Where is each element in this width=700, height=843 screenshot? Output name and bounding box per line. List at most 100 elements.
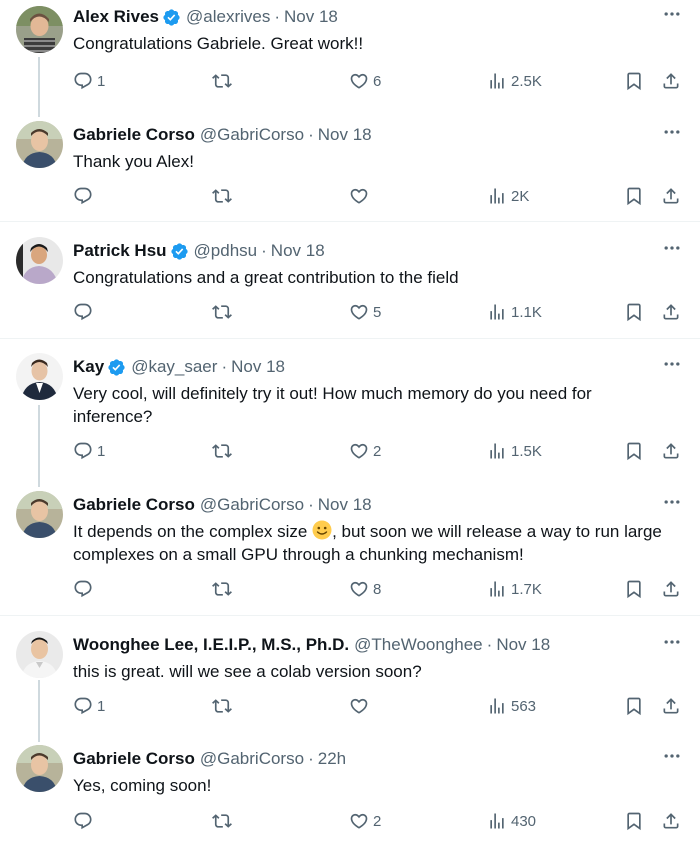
like-button[interactable]: 5 [349, 300, 381, 324]
bookmark-button[interactable] [624, 69, 644, 93]
tweet[interactable]: Gabriele Corso @GabriCorso · 22h Yes, co… [0, 742, 700, 843]
tweet-text-part: It depends on the complex size [73, 522, 313, 541]
retweet-button[interactable] [212, 69, 236, 93]
timestamp[interactable]: Nov 18 [271, 240, 325, 262]
author-handle[interactable]: @alexrives [186, 6, 270, 28]
retweet-button[interactable] [212, 809, 236, 833]
tweet[interactable]: Alex Rives @alexrives · Nov 18 Congratul… [0, 0, 700, 110]
timestamp[interactable]: Nov 18 [284, 6, 338, 28]
author-name[interactable]: Alex Rives [73, 6, 159, 28]
author-handle[interactable]: @TheWoonghee [354, 634, 482, 656]
author-handle[interactable]: @GabriCorso [200, 494, 304, 516]
like-button[interactable]: 2 [349, 439, 381, 463]
reply-button[interactable]: 1 [73, 439, 105, 463]
more-icon[interactable] [662, 238, 682, 258]
timestamp[interactable]: Nov 18 [318, 124, 372, 146]
retweet-button[interactable] [212, 577, 236, 601]
share-button[interactable] [661, 184, 681, 208]
views-button[interactable]: 1.5K [487, 439, 542, 463]
reply-button[interactable] [73, 577, 97, 601]
share-button[interactable] [661, 694, 681, 718]
reply-count: 1 [97, 697, 106, 715]
views-button[interactable]: 1.1K [487, 300, 542, 324]
views-icon [487, 186, 507, 206]
reply-button[interactable]: 1 [73, 694, 105, 718]
views-icon [487, 696, 507, 716]
more-icon[interactable] [662, 632, 682, 652]
more-icon[interactable] [662, 354, 682, 374]
more-icon[interactable] [662, 122, 682, 142]
like-button[interactable]: 2 [349, 809, 381, 833]
author-name[interactable]: Gabriele Corso [73, 124, 195, 146]
like-button[interactable] [349, 694, 373, 718]
reply-button[interactable] [73, 809, 97, 833]
retweet-button[interactable] [212, 184, 236, 208]
reply-icon [73, 811, 93, 831]
share-button[interactable] [661, 439, 681, 463]
timestamp[interactable]: Nov 18 [318, 494, 372, 516]
share-button[interactable] [661, 577, 681, 601]
tweet[interactable]: Kay @kay_saer · Nov 18 Very cool, will d… [0, 350, 700, 480]
tweet[interactable]: Gabriele Corso @GabriCorso · Nov 18 Than… [0, 118, 700, 221]
separator: · [221, 357, 228, 376]
author-handle[interactable]: @pdhsu [194, 240, 258, 262]
separator: · [308, 125, 314, 144]
heart-icon [349, 71, 369, 91]
retweet-button[interactable] [212, 439, 236, 463]
tweet[interactable]: Gabriele Corso @GabriCorso · Nov 18 It d… [0, 488, 700, 615]
reply-button[interactable] [73, 300, 97, 324]
author-handle[interactable]: @GabriCorso [200, 748, 304, 770]
like-button[interactable]: 6 [349, 69, 381, 93]
more-icon[interactable] [662, 492, 682, 512]
author-handle[interactable]: @GabriCorso [200, 124, 304, 146]
timestamp[interactable]: 22h [318, 748, 346, 770]
timestamp[interactable]: Nov 18 [231, 356, 285, 378]
tweet[interactable]: Woonghee Lee, I.E.I.P., M.S., Ph.D. @The… [0, 628, 700, 736]
reply-count: 1 [97, 72, 106, 90]
avatar[interactable] [16, 745, 63, 792]
tweet-text: Very cool, will definitely try it out! H… [73, 384, 592, 426]
timestamp[interactable]: Nov 18 [496, 634, 550, 656]
tweet[interactable]: Patrick Hsu @pdhsu · Nov 18 Congratulati… [0, 234, 700, 338]
retweet-button[interactable] [212, 694, 236, 718]
avatar[interactable] [16, 491, 63, 538]
like-button[interactable]: 8 [349, 577, 381, 601]
bookmark-button[interactable] [624, 577, 644, 601]
like-button[interactable] [349, 184, 373, 208]
action-bar: 1 6 2.5K [0, 69, 700, 93]
avatar[interactable] [16, 631, 63, 678]
views-button[interactable]: 2.5K [487, 69, 542, 93]
avatar[interactable] [16, 6, 63, 53]
avatar[interactable] [16, 353, 63, 400]
reply-button[interactable]: 1 [73, 69, 105, 93]
share-button[interactable] [661, 809, 681, 833]
tweet-text: It depends on the complex size , but soo… [73, 520, 673, 566]
views-button[interactable]: 2K [487, 184, 529, 208]
tweet-header: Gabriele Corso @GabriCorso · 22h [73, 748, 346, 770]
share-button[interactable] [661, 69, 681, 93]
author-handle[interactable]: @kay_saer [131, 356, 217, 378]
author-name[interactable]: Kay [73, 356, 104, 378]
avatar[interactable] [16, 237, 63, 284]
more-icon[interactable] [662, 746, 682, 766]
share-button[interactable] [661, 300, 681, 324]
avatar[interactable] [16, 121, 63, 168]
more-icon[interactable] [662, 4, 682, 24]
tweet-header: Patrick Hsu @pdhsu · Nov 18 [73, 240, 325, 262]
author-name[interactable]: Gabriele Corso [73, 748, 195, 770]
views-button[interactable]: 563 [487, 694, 536, 718]
bookmark-button[interactable] [624, 184, 644, 208]
bookmark-button[interactable] [624, 809, 644, 833]
bookmark-button[interactable] [624, 694, 644, 718]
views-button[interactable]: 430 [487, 809, 536, 833]
reply-button[interactable] [73, 184, 97, 208]
reply-count: 1 [97, 442, 106, 460]
retweet-button[interactable] [212, 300, 236, 324]
bookmark-button[interactable] [624, 439, 644, 463]
author-name[interactable]: Gabriele Corso [73, 494, 195, 516]
author-name[interactable]: Woonghee Lee, I.E.I.P., M.S., Ph.D. [73, 634, 349, 656]
like-count: 6 [373, 72, 382, 90]
bookmark-button[interactable] [624, 300, 644, 324]
author-name[interactable]: Patrick Hsu [73, 240, 167, 262]
views-button[interactable]: 1.7K [487, 577, 542, 601]
